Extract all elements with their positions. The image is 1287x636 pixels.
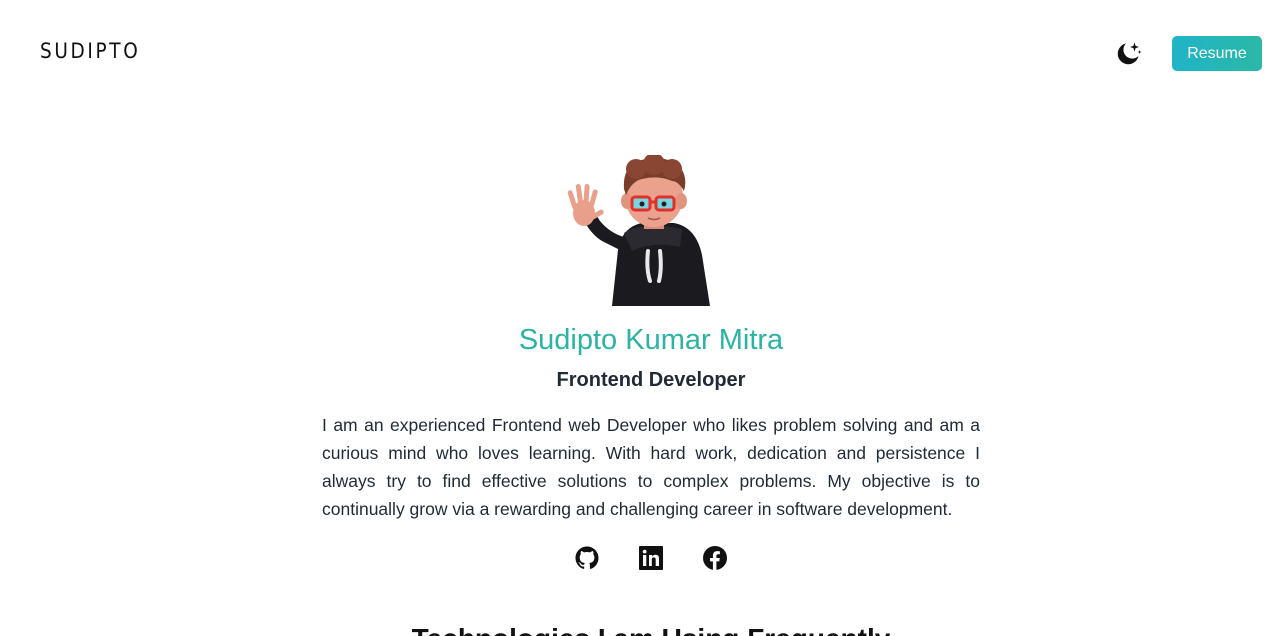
linkedin-icon[interactable]	[639, 545, 663, 571]
resume-button[interactable]: Resume	[1172, 36, 1262, 71]
social-links	[0, 545, 1287, 571]
facebook-icon[interactable]	[703, 545, 727, 571]
portfolio-page: SUDIPTO Resume Sudipto Kumar Mitra Front…	[0, 0, 1287, 636]
moon-icon[interactable]	[1113, 39, 1143, 69]
profile-role: Frontend Developer	[556, 369, 746, 391]
technologies-heading: Technologies I am Using Frequently	[0, 622, 1287, 636]
site-logo[interactable]: SUDIPTO	[40, 38, 140, 64]
profile-bio: I am an experienced Frontend web Develop…	[322, 415, 980, 519]
profile-name: Sudipto Kumar Mitra	[518, 324, 784, 356]
waving-avatar-image	[562, 153, 720, 306]
github-icon[interactable]	[575, 545, 599, 571]
